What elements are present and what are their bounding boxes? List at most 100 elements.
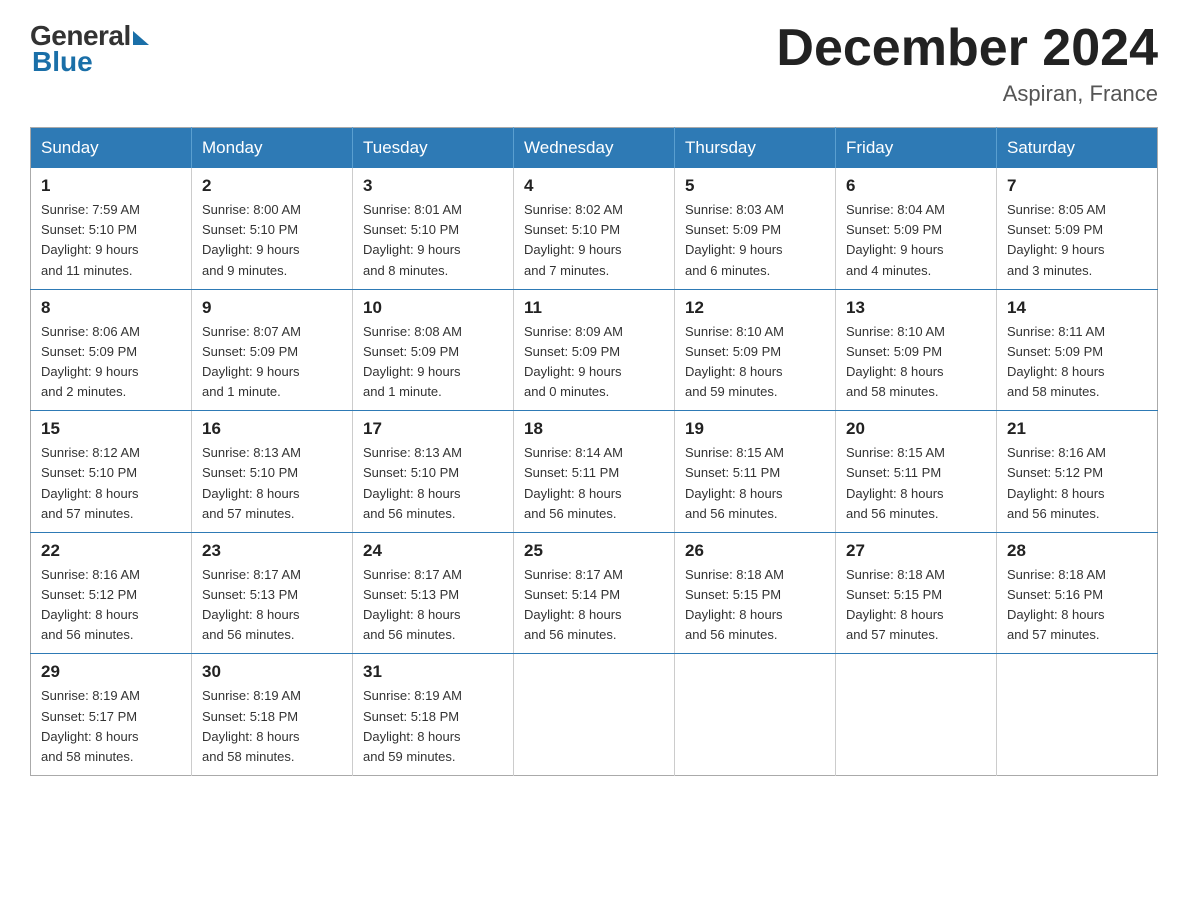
title-block: December 2024 Aspiran, France	[776, 20, 1158, 107]
calendar-cell: 13Sunrise: 8:10 AMSunset: 5:09 PMDayligh…	[836, 289, 997, 411]
calendar-cell: 29 Sunrise: 8:19 AMSunset: 5:17 PMDayligh…	[31, 654, 192, 776]
page-header: General Blue December 2024 Aspiran, Fran…	[30, 20, 1158, 107]
day-info: Sunrise: 8:16 AMSunset: 5:12 PMDaylight:…	[41, 565, 181, 646]
day-number: 22	[41, 541, 181, 561]
day-number: 25	[524, 541, 664, 561]
calendar-cell: 30Sunrise: 8:19 AMSunset: 5:18 PMDayligh…	[192, 654, 353, 776]
day-info: Sunrise: 8:00 AMSunset: 5:10 PMDaylight:…	[202, 200, 342, 281]
calendar-cell: 7 Sunrise: 8:05 AMSunset: 5:09 PMDaylight…	[997, 168, 1158, 289]
calendar-cell: 25Sunrise: 8:17 AMSunset: 5:14 PMDayligh…	[514, 532, 675, 654]
calendar-cell: 15 Sunrise: 8:12 AMSunset: 5:10 PMDayligh…	[31, 411, 192, 533]
calendar-cell: 20 Sunrise: 8:15 AMSunset: 5:11 PMDayligh…	[836, 411, 997, 533]
day-number: 26	[685, 541, 825, 561]
day-number: 7	[1007, 176, 1147, 196]
calendar-week-row: 29 Sunrise: 8:19 AMSunset: 5:17 PMDayligh…	[31, 654, 1158, 776]
logo: General Blue	[30, 20, 149, 78]
day-number: 14	[1007, 298, 1147, 318]
day-info: Sunrise: 8:07 AMSunset: 5:09 PMDaylight:…	[202, 322, 342, 403]
logo-arrow-icon	[133, 31, 149, 45]
header-friday: Friday	[836, 128, 997, 169]
calendar-cell: 8 Sunrise: 8:06 AMSunset: 5:09 PMDaylight…	[31, 289, 192, 411]
day-number: 28	[1007, 541, 1147, 561]
day-info: Sunrise: 8:11 AMSunset: 5:09 PMDaylight:…	[1007, 322, 1147, 403]
calendar-header-row: SundayMondayTuesdayWednesdayThursdayFrid…	[31, 128, 1158, 169]
calendar-week-row: 8 Sunrise: 8:06 AMSunset: 5:09 PMDaylight…	[31, 289, 1158, 411]
day-number: 13	[846, 298, 986, 318]
day-info: Sunrise: 8:19 AMSunset: 5:17 PMDaylight:…	[41, 686, 181, 767]
day-info: Sunrise: 8:13 AMSunset: 5:10 PMDaylight:…	[363, 443, 503, 524]
day-info: Sunrise: 8:05 AMSunset: 5:09 PMDaylight:…	[1007, 200, 1147, 281]
day-number: 5	[685, 176, 825, 196]
header-saturday: Saturday	[997, 128, 1158, 169]
day-number: 11	[524, 298, 664, 318]
calendar-cell	[836, 654, 997, 776]
calendar-cell	[514, 654, 675, 776]
day-info: Sunrise: 8:12 AMSunset: 5:10 PMDaylight:…	[41, 443, 181, 524]
day-number: 19	[685, 419, 825, 439]
header-wednesday: Wednesday	[514, 128, 675, 169]
calendar-cell	[997, 654, 1158, 776]
calendar-cell: 28 Sunrise: 8:18 AMSunset: 5:16 PMDayligh…	[997, 532, 1158, 654]
day-number: 12	[685, 298, 825, 318]
calendar-cell: 17 Sunrise: 8:13 AMSunset: 5:10 PMDayligh…	[353, 411, 514, 533]
day-info: Sunrise: 8:09 AMSunset: 5:09 PMDaylight:…	[524, 322, 664, 403]
day-number: 8	[41, 298, 181, 318]
day-number: 15	[41, 419, 181, 439]
day-number: 4	[524, 176, 664, 196]
day-number: 24	[363, 541, 503, 561]
calendar-cell: 1Sunrise: 7:59 AMSunset: 5:10 PMDaylight…	[31, 168, 192, 289]
header-monday: Monday	[192, 128, 353, 169]
day-info: Sunrise: 8:15 AMSunset: 5:11 PMDaylight:…	[846, 443, 986, 524]
header-thursday: Thursday	[675, 128, 836, 169]
header-sunday: Sunday	[31, 128, 192, 169]
day-info: Sunrise: 8:13 AMSunset: 5:10 PMDaylight:…	[202, 443, 342, 524]
calendar-cell: 18 Sunrise: 8:14 AMSunset: 5:11 PMDayligh…	[514, 411, 675, 533]
day-info: Sunrise: 8:18 AMSunset: 5:15 PMDaylight:…	[685, 565, 825, 646]
day-number: 29	[41, 662, 181, 682]
calendar-cell: 11 Sunrise: 8:09 AMSunset: 5:09 PMDayligh…	[514, 289, 675, 411]
calendar-cell	[675, 654, 836, 776]
calendar-cell: 14 Sunrise: 8:11 AMSunset: 5:09 PMDayligh…	[997, 289, 1158, 411]
calendar-cell: 5Sunrise: 8:03 AMSunset: 5:09 PMDaylight…	[675, 168, 836, 289]
calendar-cell: 23 Sunrise: 8:17 AMSunset: 5:13 PMDayligh…	[192, 532, 353, 654]
calendar-cell: 4 Sunrise: 8:02 AMSunset: 5:10 PMDaylight…	[514, 168, 675, 289]
day-info: Sunrise: 8:17 AMSunset: 5:13 PMDaylight:…	[363, 565, 503, 646]
day-info: Sunrise: 8:02 AMSunset: 5:10 PMDaylight:…	[524, 200, 664, 281]
calendar-cell: 22 Sunrise: 8:16 AMSunset: 5:12 PMDayligh…	[31, 532, 192, 654]
day-number: 6	[846, 176, 986, 196]
calendar-cell: 9Sunrise: 8:07 AMSunset: 5:09 PMDaylight…	[192, 289, 353, 411]
location-text: Aspiran, France	[776, 81, 1158, 107]
day-number: 21	[1007, 419, 1147, 439]
day-info: Sunrise: 8:14 AMSunset: 5:11 PMDaylight:…	[524, 443, 664, 524]
calendar-cell: 2 Sunrise: 8:00 AMSunset: 5:10 PMDaylight…	[192, 168, 353, 289]
day-info: Sunrise: 8:06 AMSunset: 5:09 PMDaylight:…	[41, 322, 181, 403]
day-number: 20	[846, 419, 986, 439]
day-info: Sunrise: 8:08 AMSunset: 5:09 PMDaylight:…	[363, 322, 503, 403]
calendar-cell: 26 Sunrise: 8:18 AMSunset: 5:15 PMDayligh…	[675, 532, 836, 654]
calendar-table: SundayMondayTuesdayWednesdayThursdayFrid…	[30, 127, 1158, 776]
calendar-cell: 21 Sunrise: 8:16 AMSunset: 5:12 PMDayligh…	[997, 411, 1158, 533]
calendar-cell: 6 Sunrise: 8:04 AMSunset: 5:09 PMDaylight…	[836, 168, 997, 289]
day-number: 10	[363, 298, 503, 318]
day-info: Sunrise: 8:10 AMSunset: 5:09 PMDaylight:…	[685, 322, 825, 403]
calendar-cell: 16 Sunrise: 8:13 AMSunset: 5:10 PMDayligh…	[192, 411, 353, 533]
day-number: 17	[363, 419, 503, 439]
day-info: Sunrise: 8:16 AMSunset: 5:12 PMDaylight:…	[1007, 443, 1147, 524]
calendar-cell: 19Sunrise: 8:15 AMSunset: 5:11 PMDayligh…	[675, 411, 836, 533]
calendar-cell: 10 Sunrise: 8:08 AMSunset: 5:09 PMDayligh…	[353, 289, 514, 411]
day-number: 18	[524, 419, 664, 439]
day-info: Sunrise: 8:01 AMSunset: 5:10 PMDaylight:…	[363, 200, 503, 281]
day-info: Sunrise: 8:04 AMSunset: 5:09 PMDaylight:…	[846, 200, 986, 281]
day-info: Sunrise: 7:59 AMSunset: 5:10 PMDaylight:…	[41, 200, 181, 281]
calendar-cell: 24 Sunrise: 8:17 AMSunset: 5:13 PMDayligh…	[353, 532, 514, 654]
day-number: 2	[202, 176, 342, 196]
day-number: 16	[202, 419, 342, 439]
calendar-week-row: 1Sunrise: 7:59 AMSunset: 5:10 PMDaylight…	[31, 168, 1158, 289]
day-info: Sunrise: 8:18 AMSunset: 5:16 PMDaylight:…	[1007, 565, 1147, 646]
calendar-week-row: 22 Sunrise: 8:16 AMSunset: 5:12 PMDayligh…	[31, 532, 1158, 654]
day-number: 27	[846, 541, 986, 561]
day-info: Sunrise: 8:17 AMSunset: 5:13 PMDaylight:…	[202, 565, 342, 646]
day-number: 23	[202, 541, 342, 561]
calendar-cell: 12 Sunrise: 8:10 AMSunset: 5:09 PMDayligh…	[675, 289, 836, 411]
day-info: Sunrise: 8:19 AMSunset: 5:18 PMDaylight:…	[202, 686, 342, 767]
